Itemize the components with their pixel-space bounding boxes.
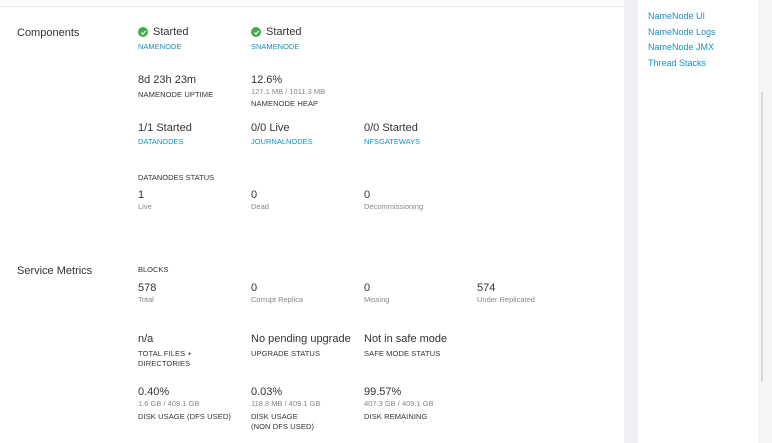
blocks-header: BLOCKS: [138, 265, 169, 274]
disk-remaining-value: 99.57%: [364, 386, 402, 398]
nfsgateways-link[interactable]: NFSGATEWAYS: [364, 137, 420, 147]
components-section-title: Components: [17, 27, 80, 39]
missing-label: Missing: [364, 295, 390, 304]
blocks-missing: 0 Missing: [364, 281, 389, 305]
quick-link-namenode-logs[interactable]: NameNode Logs: [648, 27, 716, 37]
safe-mode-metric: Not in safe mode SAFE MODE STATUS: [364, 332, 447, 359]
namenode-uptime-metric: 8d 23h 23m NAMENODE UPTIME: [138, 73, 213, 100]
datanodes-metric: 1/1 Started DATANODES: [138, 121, 192, 147]
disk-dfs-metric: 0.40% 1.6 GB / 409.1 GB DISK USAGE (DFS …: [138, 385, 231, 422]
namenode-status: Started: [153, 26, 189, 38]
journalnodes-metric: 0/0 Live JOURNALNODES: [251, 121, 313, 147]
corrupt-value: 0: [251, 282, 258, 294]
journalnodes-value: 0/0 Live: [251, 122, 290, 134]
total-value: 578: [138, 282, 157, 294]
files-label: TOTAL FILES + DIRECTORIES: [138, 349, 192, 368]
datanodes-dead: 0 Dead: [251, 188, 269, 212]
live-label: Live: [138, 202, 152, 211]
blocks-total: 578 Total: [138, 281, 156, 305]
quick-link-thread-stacks[interactable]: Thread Stacks: [648, 58, 706, 68]
scrollbar-thumb[interactable]: [761, 92, 763, 382]
nfsgateways-value: 0/0 Started: [364, 122, 418, 134]
disk-remaining-label: DISK REMAINING: [364, 412, 428, 421]
safe-mode-value: Not in safe mode: [364, 333, 448, 345]
service-summary-panel: Components Started NAMENODE Started SNAM…: [0, 0, 624, 443]
datanodes-live: 1 Live: [138, 188, 152, 212]
disk-dfs-value: 0.40%: [138, 386, 170, 398]
disk-remaining-metric: 99.57% 407.3 GB / 409.1 GB DISK REMAININ…: [364, 385, 434, 422]
journalnodes-link[interactable]: JOURNALNODES: [251, 137, 313, 147]
upgrade-status-metric: No pending upgrade UPGRADE STATUS: [251, 332, 351, 359]
total-label: Total: [138, 295, 154, 304]
namenode-heap-metric: 12.6% 127.1 MB / 1011.3 MB NAMENODE HEAP: [251, 73, 325, 109]
snamenode-status: Started: [266, 26, 302, 38]
blocks-corrupt: 0 Corrupt Replica: [251, 281, 303, 305]
disk-remaining-detail: 407.3 GB / 409.1 GB: [364, 399, 434, 408]
namenode-link[interactable]: NAMENODE: [138, 42, 188, 52]
blocks-under-replicated: 574 Under Replicated: [477, 281, 535, 305]
heap-detail: 127.1 MB / 1011.3 MB: [251, 87, 326, 96]
dead-count: 0: [251, 189, 258, 201]
disk-dfs-detail: 1.6 GB / 409.1 GB: [138, 399, 200, 408]
live-count: 1: [138, 189, 145, 201]
uptime-value: 8d 23h 23m: [138, 74, 197, 86]
quick-link-namenode-ui[interactable]: NameNode UI: [648, 11, 705, 21]
total-files-metric: n/a TOTAL FILES + DIRECTORIES: [138, 332, 204, 369]
disk-non-dfs-metric: 0.03% 118.8 MB / 409.1 GB DISK USAGE (NO…: [251, 385, 321, 432]
namenode-component: Started NAMENODE: [138, 26, 188, 52]
datanodes-value: 1/1 Started: [138, 122, 192, 134]
disk-non-dfs-detail: 118.8 MB / 409.1 GB: [251, 399, 321, 408]
heap-label: NAMENODE HEAP: [251, 99, 319, 108]
datanodes-status-header: DATANODES STATUS: [138, 173, 215, 182]
panel-top-border: [0, 6, 624, 7]
disk-non-dfs-value: 0.03%: [251, 386, 283, 398]
quick-links-panel: NameNode UI NameNode Logs NameNode JMX T…: [638, 0, 758, 443]
heap-value: 12.6%: [251, 74, 283, 86]
upgrade-label: UPGRADE STATUS: [251, 349, 321, 358]
quick-link-namenode-jmx[interactable]: NameNode JMX: [648, 42, 714, 52]
under-replicated-label: Under Replicated: [477, 295, 535, 304]
uptime-label: NAMENODE UPTIME: [138, 90, 214, 99]
service-metrics-section-title: Service Metrics: [17, 265, 93, 277]
datanodes-decommissioning: 0 Decommissioning: [364, 188, 423, 212]
upgrade-value: No pending upgrade: [251, 333, 351, 345]
nfsgateways-metric: 0/0 Started NFSGATEWAYS: [364, 121, 420, 147]
corrupt-label: Corrupt Replica: [251, 295, 304, 304]
under-replicated-value: 574: [477, 282, 496, 294]
safe-mode-label: SAFE MODE STATUS: [364, 349, 441, 358]
panel-gutter: [624, 0, 638, 443]
check-circle-icon: [138, 27, 148, 37]
disk-non-dfs-label: DISK USAGE (NON DFS USED): [251, 412, 315, 431]
decommissioning-label: Decommissioning: [364, 202, 424, 211]
dead-label: Dead: [251, 202, 269, 211]
check-circle-icon: [251, 27, 261, 37]
disk-dfs-label: DISK USAGE (DFS USED): [138, 412, 231, 421]
decommissioning-count: 0: [364, 189, 371, 201]
snamenode-link[interactable]: SNAMENODE: [251, 42, 301, 52]
files-value: n/a: [138, 333, 154, 345]
scrollbar[interactable]: [758, 0, 772, 443]
snamenode-component: Started SNAMENODE: [251, 26, 301, 52]
missing-value: 0: [364, 282, 371, 294]
datanodes-link[interactable]: DATANODES: [138, 137, 192, 147]
